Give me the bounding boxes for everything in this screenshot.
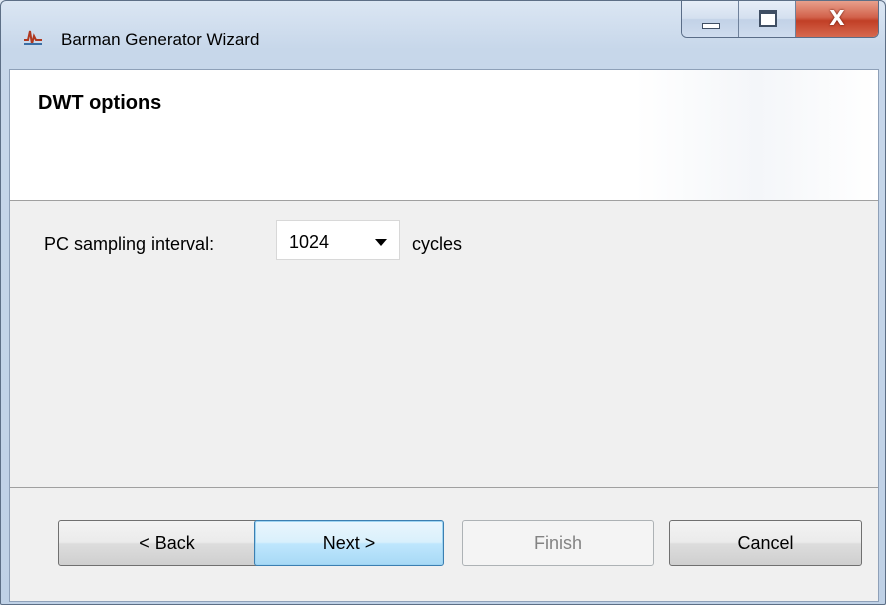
- sampling-interval-label: PC sampling interval:: [44, 234, 215, 254]
- wizard-window: Barman Generator Wizard X DWT options PC…: [0, 0, 886, 605]
- finish-button: Finish: [462, 520, 654, 566]
- next-button[interactable]: Next >: [254, 520, 444, 566]
- sampling-interval-value: 1024: [289, 232, 330, 252]
- maximize-button[interactable]: [739, 1, 796, 37]
- window-title: Barman Generator Wizard: [61, 30, 260, 49]
- close-icon: X: [829, 6, 845, 30]
- cancel-button[interactable]: Cancel: [669, 520, 862, 566]
- wizard-header: DWT options: [10, 70, 878, 201]
- window-controls: X: [681, 1, 879, 38]
- barman-app-icon: [23, 27, 43, 47]
- back-button[interactable]: < Back: [58, 520, 276, 566]
- sampling-unit-label: cycles: [412, 234, 463, 254]
- minimize-icon: [702, 23, 720, 29]
- button-bar-divider: [10, 487, 878, 488]
- close-button[interactable]: X: [796, 1, 878, 37]
- minimize-button[interactable]: [682, 1, 739, 37]
- page-title: DWT options: [38, 92, 162, 114]
- maximize-icon: [759, 10, 777, 27]
- wizard-client-area: DWT options PC sampling interval: 1024 c…: [9, 69, 879, 602]
- title-bar[interactable]: Barman Generator Wizard X: [1, 1, 885, 49]
- sampling-interval-dropdown[interactable]: 1024: [276, 220, 400, 260]
- chevron-down-icon[interactable]: [375, 239, 387, 246]
